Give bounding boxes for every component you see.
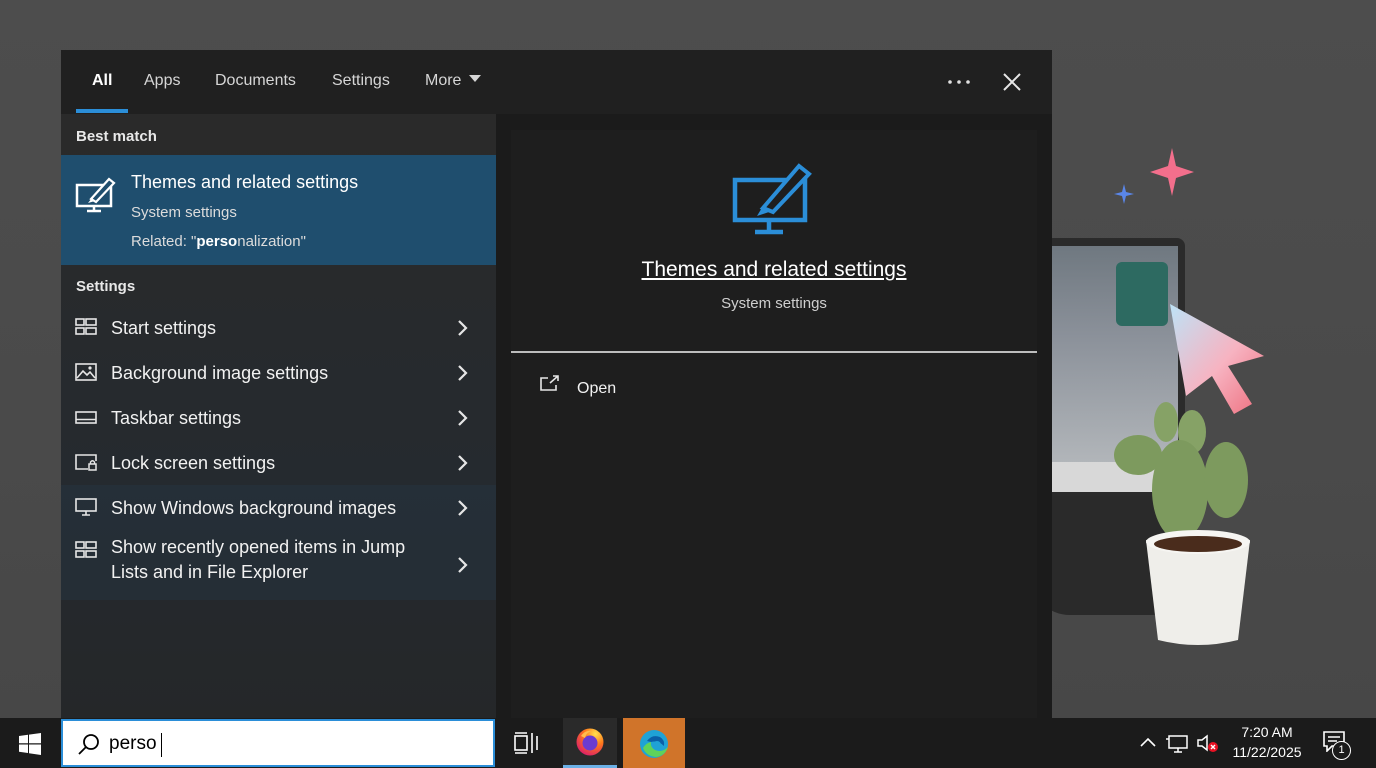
tab-apps[interactable]: Apps	[144, 72, 180, 90]
result-label: Background image settings	[111, 363, 329, 383]
best-match-title: Themes and related settings	[131, 172, 359, 192]
search-tabs: All Apps Documents Settings More	[61, 50, 1052, 114]
personalization-icon	[732, 163, 812, 235]
monitor-icon	[75, 498, 97, 516]
image-icon	[75, 363, 97, 381]
task-view-button[interactable]	[500, 718, 554, 768]
network-icon[interactable]	[1166, 731, 1192, 755]
clock-date: 11/22/2025	[1232, 744, 1302, 760]
firefox-taskbar-button[interactable]	[563, 718, 617, 768]
start-settings-icon	[75, 318, 97, 335]
taskbar-icon	[75, 411, 97, 424]
open-label: Open	[577, 380, 617, 397]
settings-heading: Settings	[76, 278, 136, 295]
best-match-subtitle: System settings	[131, 204, 237, 221]
chevron-down-icon	[469, 75, 482, 83]
chevron-right-icon	[458, 365, 468, 381]
edge-icon	[640, 730, 668, 758]
result-start-settings[interactable]: Start settings	[61, 305, 496, 350]
chevron-right-icon	[458, 500, 468, 516]
personalization-icon	[75, 177, 116, 213]
result-lock-screen-settings[interactable]: Lock screen settings	[61, 440, 496, 485]
taskbar: 7:20 AM 11/22/2025 1	[0, 718, 1376, 768]
result-show-windows-background-images[interactable]: Show Windows background images	[61, 485, 496, 530]
preview-title[interactable]: Themes and related settings	[511, 258, 1037, 282]
more-options-icon[interactable]	[945, 68, 973, 96]
best-match-heading: Best match	[76, 128, 157, 145]
result-taskbar-settings[interactable]: Taskbar settings	[61, 395, 496, 440]
firefox-icon	[576, 728, 604, 756]
preview-subtitle: System settings	[721, 295, 827, 312]
chevron-right-icon	[458, 557, 468, 573]
start-settings-icon	[75, 541, 97, 558]
search-flyout: All Apps Documents Settings More Best ma…	[61, 50, 1052, 718]
task-view-icon	[514, 732, 538, 754]
chevron-right-icon	[458, 320, 468, 336]
result-show-recently-opened-items[interactable]: Show recently opened items in Jump Lists…	[61, 530, 496, 600]
edge-taskbar-button[interactable]	[623, 718, 685, 768]
active-tab-indicator	[76, 109, 128, 113]
action-center-button[interactable]: 1	[1318, 728, 1358, 760]
preview-divider	[511, 351, 1037, 353]
sparkles-icon	[1114, 148, 1194, 204]
search-input[interactable]	[109, 731, 479, 757]
wallpaper-mug	[1116, 262, 1168, 326]
result-label: Taskbar settings	[111, 408, 242, 428]
volume-muted-icon[interactable]	[1196, 731, 1220, 755]
result-label: Start settings	[111, 318, 217, 338]
related-prefix: Related: "	[131, 233, 197, 250]
notification-count-badge: 1	[1332, 741, 1351, 760]
cactus-plant-icon	[1114, 402, 1250, 645]
windows-logo-icon	[19, 733, 41, 755]
text-caret	[161, 733, 162, 757]
tab-more[interactable]: More	[425, 72, 482, 90]
preview-card: Themes and related settings System setti…	[511, 130, 1037, 718]
result-label: Show recently opened items in Jump Lists…	[111, 537, 406, 582]
chevron-right-icon	[458, 410, 468, 426]
related-rest: nalization"	[237, 233, 306, 250]
preview-panel: Themes and related settings System setti…	[496, 114, 1052, 718]
clock-time: 7:20 AM	[1241, 724, 1293, 740]
show-hidden-icons-chevron-icon[interactable]	[1138, 731, 1158, 755]
related-match-highlight: perso	[196, 233, 238, 250]
tab-documents[interactable]: Documents	[215, 72, 296, 90]
chevron-right-icon	[458, 455, 468, 471]
results-panel: Best match Themes and related settings S…	[61, 114, 496, 718]
system-clock[interactable]: 7:20 AM 11/22/2025	[1222, 722, 1312, 762]
best-match-related: Related: "personalization"	[131, 233, 306, 250]
result-label: Lock screen settings	[111, 453, 276, 473]
start-button[interactable]	[0, 718, 60, 768]
result-label: Show Windows background images	[111, 498, 397, 518]
tab-more-label: More	[425, 72, 462, 89]
close-icon[interactable]	[998, 68, 1026, 96]
open-action[interactable]: Open	[539, 374, 659, 404]
tab-settings[interactable]: Settings	[332, 72, 390, 90]
tab-all[interactable]: All	[92, 72, 112, 90]
best-match-item[interactable]: Themes and related settings System setti…	[61, 155, 496, 265]
search-icon	[78, 734, 99, 755]
taskbar-search-box[interactable]	[61, 719, 495, 767]
result-background-image-settings[interactable]: Background image settings	[61, 350, 496, 395]
lock-screen-icon	[75, 454, 97, 471]
open-external-icon	[540, 375, 559, 391]
